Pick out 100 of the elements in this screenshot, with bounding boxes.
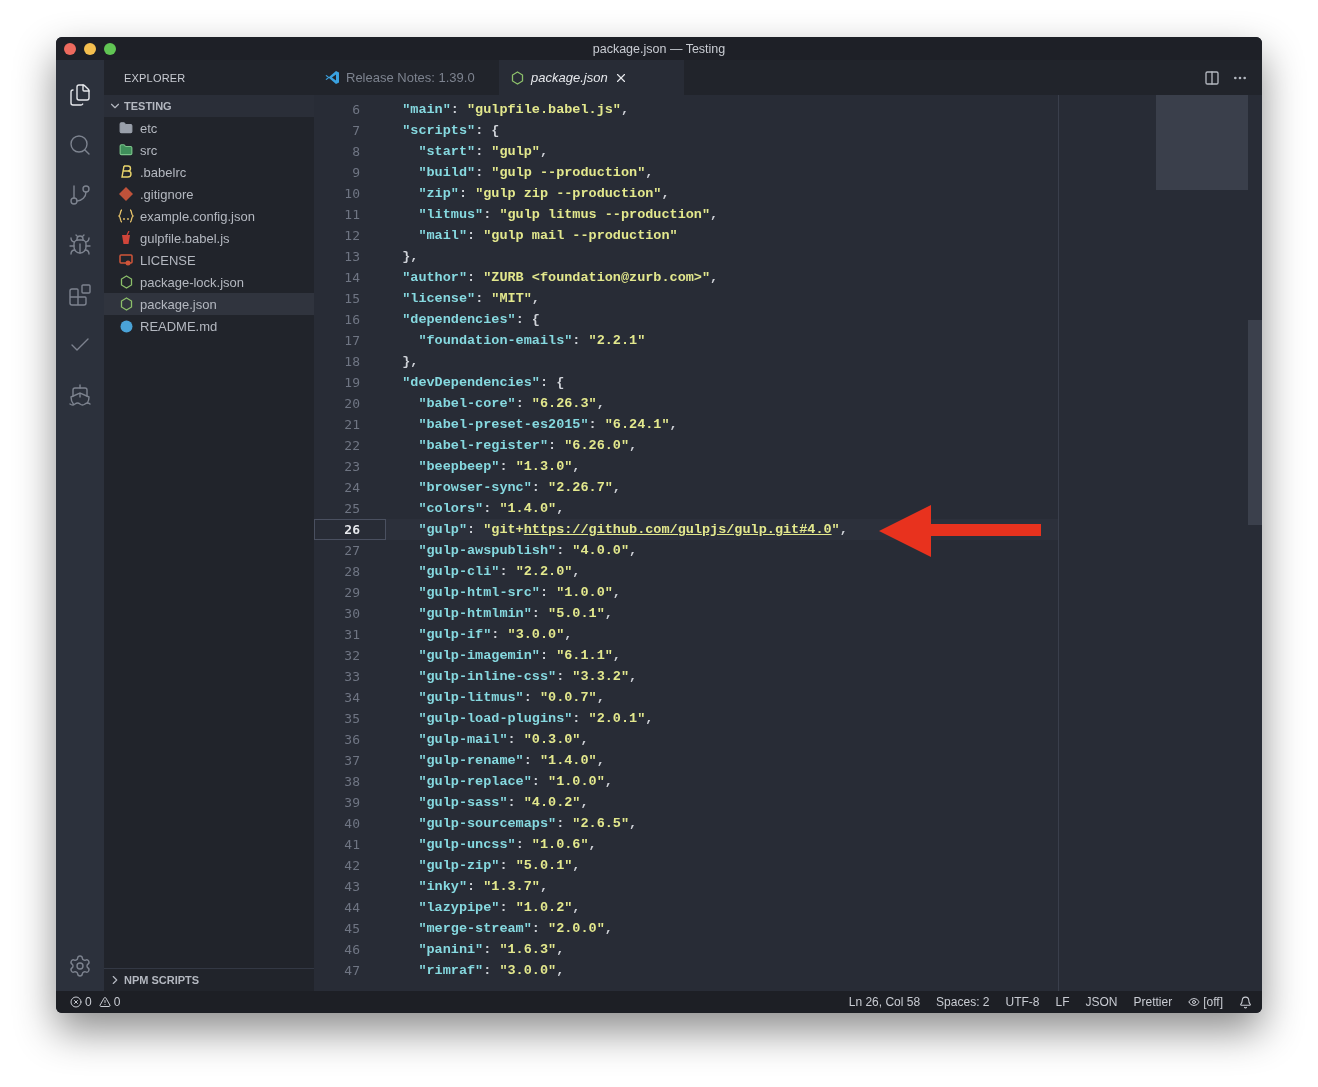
file-item[interactable]: .babelrc [104,161,314,183]
code-line: "gulp-load-plugins": "2.0.1", [417,710,655,728]
line-number: 32 [343,647,361,665]
line-number: 9 [351,164,361,182]
window-title: package.json — Testing [592,41,726,56]
file-item[interactable]: package.json [104,293,314,315]
script-b-icon [118,164,134,180]
code-logo-icon [324,69,340,86]
code-line: }, [401,353,420,371]
line-number: 11 [343,206,361,224]
file-item[interactable]: package-lock.json [104,271,314,293]
status-item[interactable]: JSON [1085,995,1118,1009]
warning-icon [98,996,111,1008]
tab-label: Release Notes: 1.39.0 [346,70,475,85]
code-line: "gulp-uncss": "1.0.6", [417,836,598,854]
status-item[interactable]: Ln 26, Col 58 [848,995,921,1009]
code-line: "gulp-htmlmin": "5.0.1", [417,605,614,623]
split-editor-icon[interactable] [1204,69,1220,86]
file-item[interactable]: .gitignore [104,183,314,205]
code-line: "gulp-cli": "2.2.0", [417,563,582,581]
error-icon [70,996,82,1008]
line-number: 31 [343,626,361,644]
editor-tab[interactable]: package.json [499,60,684,95]
code-line: "gulp-sourcemaps": "2.6.5", [417,815,639,833]
code-line: "rimraf": "3.0.0", [417,962,566,980]
minimize-button[interactable] [84,42,96,55]
line-number: 34 [343,689,361,707]
status-item[interactable]: LF [1055,995,1070,1009]
line-number: 47 [343,962,361,980]
code-line: "babel-core": "6.26.3", [417,395,606,413]
certificate-icon [118,252,134,268]
line-number: 42 [343,857,361,875]
close-button[interactable] [64,42,76,55]
line-number: 17 [343,332,361,350]
code-line: "gulp-replace": "1.0.0", [417,773,614,791]
code-line: "merge-stream": "2.0.0", [417,920,614,938]
line-number: 41 [343,836,361,854]
problems-count[interactable]: 0 0 [70,995,121,1009]
file-name: README.md [140,318,218,334]
line-number: 46 [343,941,361,959]
status-item[interactable]: Spaces: 2 [936,995,990,1009]
line-number: 20 [343,395,361,413]
sidebar-title: EXPLORER [123,70,187,86]
file-item[interactable]: example.config.json [104,205,314,227]
code-line: "build": "gulp --production", [417,164,655,182]
status-item[interactable]: UTF-8 [1005,995,1040,1009]
code-line: "license": "MIT", [401,290,541,308]
code-line: "gulp-zip": "5.0.1", [417,857,582,875]
code-line: "dependencies": { [401,311,541,329]
line-number: 28 [343,563,361,581]
code-line: "panini": "1.6.3", [417,941,566,959]
code-line: "gulp-html-src": "1.0.0", [417,584,622,602]
file-item[interactable]: README.md [104,315,314,337]
scrollbar-thumb[interactable] [1248,320,1262,525]
file-item[interactable]: etc [104,117,314,139]
file-name: package-lock.json [140,274,245,290]
code-line: "scripts": { [401,122,501,140]
line-number: 25 [343,500,361,518]
line-number: 15 [343,290,361,308]
line-number: 30 [343,605,361,623]
code-line: }, [401,248,420,266]
diamond-icon [118,186,134,202]
bell-icon[interactable] [1239,995,1252,1009]
line-number: 43 [343,878,361,896]
line-number: 10 [343,185,361,203]
line-number: 27 [343,542,361,560]
status-item[interactable]: [off] [1188,995,1223,1009]
code-line: "mail": "gulp mail --production" [417,227,679,245]
line-number: 40 [343,815,361,833]
line-number: 6 [351,101,361,119]
status-item[interactable]: Prettier [1133,995,1173,1009]
code-line: "babel-register": "6.26.0", [417,437,639,455]
line-number: 8 [351,143,361,161]
zoom-button[interactable] [104,42,116,55]
code-line: "litmus": "gulp litmus --production", [417,206,720,224]
code-line: "babel-preset-es2015": "6.24.1", [417,416,679,434]
line-number: 22 [343,437,361,455]
line-number: 18 [343,353,361,371]
code-line: "zip": "gulp zip --production", [417,185,671,203]
file-item[interactable]: LICENSE [104,249,314,271]
file-name: package.json [140,296,217,312]
folder-icon [118,120,134,136]
code-line: "gulp-inline-css": "3.3.2", [417,668,639,686]
file-name: example.config.json [140,208,255,224]
line-number: 13 [343,248,361,266]
tab-label: package.json [531,70,608,85]
code-line: "author": "ZURB <foundation@zurb.com>", [401,269,720,287]
section-header[interactable]: TESTING [104,95,314,117]
file-item[interactable]: gulpfile.babel.js [104,227,314,249]
code-line: "inky": "1.3.7", [417,878,550,896]
line-number: 12 [343,227,361,245]
code-line: "gulp-awspublish": "4.0.0", [417,542,639,560]
file-name: gulpfile.babel.js [140,230,230,246]
line-number: 38 [343,773,361,791]
file-item[interactable]: src [104,139,314,161]
code-line: "start": "gulp", [417,143,550,161]
file-name: etc [140,120,158,136]
line-number: 16 [343,311,361,329]
line-number: 33 [343,668,361,686]
code-line: "lazypipe": "1.0.2", [417,899,582,917]
